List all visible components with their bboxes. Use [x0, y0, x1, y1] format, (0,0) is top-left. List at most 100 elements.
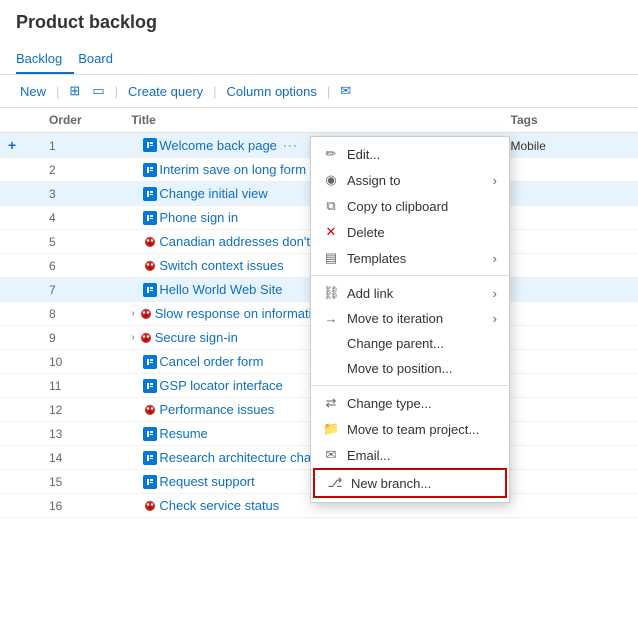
- menu-item-change-type[interactable]: ⇄ Change type...: [311, 390, 509, 416]
- row-title-link[interactable]: Phone sign in: [159, 210, 238, 225]
- row-tags: [503, 350, 638, 374]
- row-order: 8: [41, 302, 123, 326]
- row-tags: [503, 446, 638, 470]
- context-menu: ✏Edit... ◉ Assign to ⧉Copy to clipboard✕Del…: [310, 136, 510, 503]
- mail-icon: ✉: [340, 83, 351, 99]
- row-order: 9: [41, 326, 123, 350]
- move-iteration-label: Move to iteration: [347, 311, 443, 326]
- row-order: 4: [41, 206, 123, 230]
- row-order: 7: [41, 278, 123, 302]
- row-order: 2: [41, 158, 123, 182]
- row-tags: [503, 326, 638, 350]
- add-icon: ⊞: [69, 83, 80, 99]
- row-title-link[interactable]: Request support: [159, 474, 254, 489]
- sep2: |: [113, 84, 120, 99]
- row-order: 1: [41, 133, 123, 158]
- row-tags: [503, 182, 638, 206]
- col-header-order: Order: [41, 108, 123, 133]
- row-order: 12: [41, 398, 123, 422]
- menu-item-add-link[interactable]: ⛓Add link: [311, 280, 509, 306]
- row-order: 15: [41, 470, 123, 494]
- bug-icon: [143, 403, 157, 417]
- menu-item-move-iteration[interactable]: →Move to iteration: [311, 306, 509, 331]
- row-title-link[interactable]: Check service status: [159, 498, 279, 513]
- row-tags: [503, 470, 638, 494]
- menu-item-templates[interactable]: ▤Templates: [311, 245, 509, 271]
- menu-item-assign-to[interactable]: ◉ Assign to: [311, 167, 509, 193]
- row-title-link[interactable]: Change initial view: [159, 186, 267, 201]
- row-title-link[interactable]: GSP locator interface: [159, 378, 282, 393]
- create-query-button[interactable]: Create query: [124, 82, 207, 101]
- row-order: 3: [41, 182, 123, 206]
- row-order: 10: [41, 350, 123, 374]
- row-title-link[interactable]: Interim save on long form: [159, 162, 306, 177]
- tab-backlog[interactable]: Backlog: [16, 45, 74, 74]
- menu-item-email[interactable]: ✉ Email...: [311, 442, 509, 468]
- templates-label: Templates: [347, 251, 406, 266]
- menu-item-move-team[interactable]: 📁Move to team project...: [311, 416, 509, 442]
- row-order: 6: [41, 254, 123, 278]
- change-parent-label: Change parent...: [347, 336, 444, 351]
- page-title: Product backlog: [16, 12, 622, 33]
- menu-item-move-position[interactable]: Move to position...: [311, 356, 509, 381]
- menu-item-new-branch[interactable]: ⎇ New branch...: [313, 468, 507, 498]
- collapse-button[interactable]: ▭: [88, 81, 108, 101]
- row-title-link[interactable]: Cancel order form: [159, 354, 263, 369]
- add-link-label: Add link: [347, 286, 393, 301]
- new-branch-label: New branch...: [351, 476, 431, 491]
- bug-icon: [143, 235, 157, 249]
- menu-item-delete[interactable]: ✕Delete: [311, 219, 509, 245]
- story-icon: [143, 163, 157, 177]
- change-type-icon: ⇄: [323, 395, 339, 411]
- expand-arrow[interactable]: ›: [131, 332, 134, 343]
- mail-button[interactable]: ✉: [336, 81, 355, 101]
- menu-item-change-parent[interactable]: Change parent...: [311, 331, 509, 356]
- tab-board[interactable]: Board: [78, 45, 125, 74]
- new-button[interactable]: New: [16, 82, 50, 101]
- add-item-button[interactable]: ⊞: [65, 81, 84, 101]
- row-tags: Mobile: [503, 133, 638, 158]
- copy-clipboard-icon: ⧉: [323, 198, 339, 214]
- row-title-link[interactable]: Hello World Web Site: [159, 282, 282, 297]
- assign-to-label: Assign to: [347, 173, 400, 188]
- row-tags: [503, 374, 638, 398]
- story-icon: [143, 187, 157, 201]
- bug-icon: [139, 331, 153, 345]
- nav-tabs: Backlog Board: [0, 45, 638, 75]
- row-title-link[interactable]: Performance issues: [159, 402, 274, 417]
- context-menu-trigger[interactable]: ···: [283, 138, 298, 152]
- row-title-link[interactable]: Slow response on information: [155, 306, 326, 321]
- tag-value: Mobile: [511, 139, 546, 153]
- expand-arrow[interactable]: ›: [131, 308, 134, 319]
- sep3: |: [211, 84, 218, 99]
- column-options-button[interactable]: Column options: [223, 82, 321, 101]
- row-title-link[interactable]: Resume: [159, 426, 207, 441]
- assign-to-icon: ◉: [323, 172, 339, 188]
- page-header: Product backlog: [0, 0, 638, 45]
- email-label: Email...: [347, 448, 390, 463]
- row-tags: [503, 302, 638, 326]
- row-tags: [503, 278, 638, 302]
- row-tags: [503, 398, 638, 422]
- row-title-link[interactable]: Secure sign-in: [155, 330, 238, 345]
- change-type-label: Change type...: [347, 396, 432, 411]
- collapse-icon: ▭: [92, 83, 104, 99]
- row-title-link[interactable]: Welcome back page: [159, 138, 277, 153]
- menu-item-edit[interactable]: ✏Edit...: [311, 141, 509, 167]
- story-icon: [143, 355, 157, 369]
- new-branch-icon: ⎇: [327, 475, 343, 491]
- bug-icon: [143, 499, 157, 513]
- col-header-title: Title: [123, 108, 502, 133]
- row-title-link[interactable]: Switch context issues: [159, 258, 283, 273]
- add-row-icon[interactable]: +: [8, 137, 16, 153]
- toolbar: New | ⊞ ▭ | Create query | Column option…: [0, 75, 638, 108]
- bug-icon: [139, 307, 153, 321]
- story-icon: [143, 379, 157, 393]
- move-position-label: Move to position...: [347, 361, 453, 376]
- move-team-icon: 📁: [323, 421, 339, 437]
- menu-item-copy-clipboard[interactable]: ⧉Copy to clipboard: [311, 193, 509, 219]
- row-tags: [503, 158, 638, 182]
- email-icon: ✉: [323, 447, 339, 463]
- delete-icon: ✕: [323, 224, 339, 240]
- row-order: 13: [41, 422, 123, 446]
